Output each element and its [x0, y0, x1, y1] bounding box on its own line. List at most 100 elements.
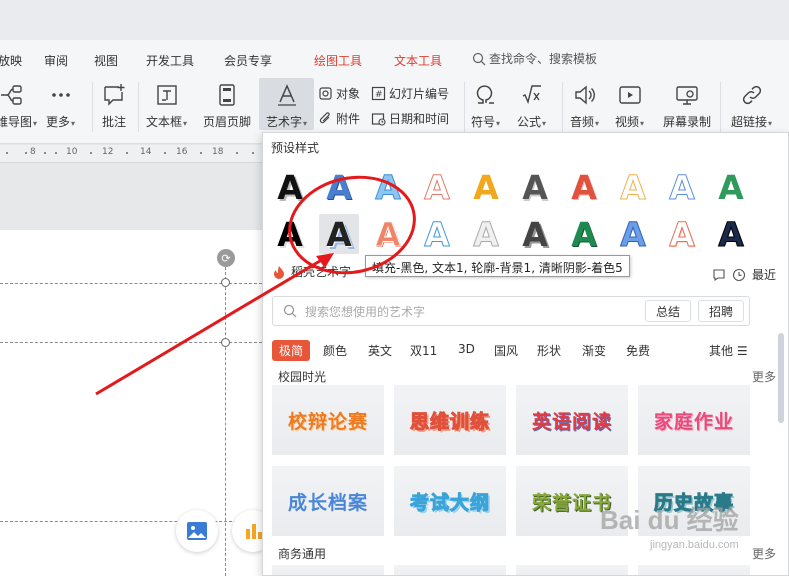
guide-line-vertical	[225, 267, 226, 576]
slide-number-button[interactable]: # 幻灯片编号	[371, 85, 449, 102]
category-color[interactable]: 颜色	[323, 342, 347, 359]
chart-icon	[246, 524, 262, 539]
panel-scrollbar[interactable]	[778, 333, 784, 423]
menu-developer[interactable]: 开发工具	[146, 52, 194, 69]
section-more-link[interactable]: 更多	[752, 368, 776, 385]
ribbon-divider	[138, 82, 139, 132]
formula-button[interactable]: 公式▾	[517, 82, 546, 130]
wordart-style[interactable]: A	[711, 214, 751, 254]
mindmap-button[interactable]: 思维导图▾	[0, 82, 37, 130]
category-minimal[interactable]: 极简	[272, 340, 311, 361]
category-double11[interactable]: 双11	[410, 342, 437, 359]
wordart-style[interactable]: A	[368, 167, 408, 207]
screen-record-button[interactable]: 屏幕录制	[663, 82, 711, 130]
template-card[interactable]: 英语阅读	[516, 385, 628, 455]
audio-label: 音频	[570, 115, 595, 129]
wordart-button[interactable]: 艺术字▾	[259, 78, 314, 130]
section-more-link[interactable]: 更多	[752, 545, 776, 562]
ruler-dot	[236, 152, 238, 154]
wordart-style[interactable]: A	[417, 214, 457, 254]
wordart-style[interactable]: A	[564, 214, 604, 254]
template-card[interactable]	[516, 565, 628, 575]
menu-review[interactable]: 审阅	[44, 52, 68, 69]
more-button[interactable]: 更多▾	[46, 82, 75, 130]
tag-summary[interactable]: 总结	[645, 300, 692, 322]
docer-flame-icon	[274, 265, 284, 279]
svg-text:#: #	[375, 90, 383, 100]
ribbon-divider	[92, 82, 93, 132]
category-free[interactable]: 免费	[626, 342, 650, 359]
wordart-style[interactable]: A	[515, 214, 555, 254]
audio-icon	[574, 85, 595, 105]
comment-button[interactable]: 批注	[100, 82, 128, 130]
menu-text-tools[interactable]: 文本工具	[394, 52, 442, 69]
ruler-tick: 12	[102, 147, 114, 157]
template-card[interactable]: 校辩论赛	[272, 385, 384, 455]
command-search[interactable]: 查找命令、搜索模板	[472, 50, 597, 67]
object-icon	[319, 87, 332, 100]
picture-icon	[187, 522, 207, 540]
wordart-style[interactable]: A	[368, 214, 408, 254]
template-card[interactable]: 成长档案	[272, 466, 384, 536]
wordart-style[interactable]: A	[466, 214, 506, 254]
wordart-style[interactable]: A	[417, 167, 457, 207]
insert-picture-button[interactable]	[176, 510, 218, 552]
menu-view[interactable]: 视图	[94, 52, 118, 69]
wordart-style[interactable]: A	[662, 214, 702, 254]
category-shape[interactable]: 形状	[537, 342, 561, 359]
menu-slideshow[interactable]: 放映	[0, 52, 22, 69]
wordart-style[interactable]: A	[270, 167, 310, 207]
wordart-style[interactable]: A	[613, 214, 653, 254]
wordart-style[interactable]: A	[662, 167, 702, 207]
wordart-style[interactable]: A	[564, 167, 604, 207]
textbox-button[interactable]: 文本框▾	[146, 82, 187, 130]
template-card[interactable]: 考试大纲	[394, 466, 506, 536]
template-card[interactable]: 思维训练	[394, 385, 506, 455]
category-english[interactable]: 英文	[368, 342, 392, 359]
recent-button[interactable]: 最近	[752, 266, 776, 283]
omega-icon	[476, 85, 494, 104]
menu-member[interactable]: 会员专享	[224, 52, 272, 69]
comment-icon	[104, 84, 125, 106]
hyperlink-button[interactable]: 超链接▾	[731, 82, 772, 130]
video-label: 视频	[615, 115, 640, 129]
resize-handle[interactable]	[221, 338, 230, 347]
category-3d[interactable]: 3D	[458, 342, 475, 356]
symbol-button[interactable]: 符号▾	[471, 82, 500, 130]
wordart-style[interactable]: A	[711, 167, 751, 207]
date-time-icon	[371, 113, 386, 126]
wordart-style[interactable]: A	[515, 167, 555, 207]
menu-drawing-tools[interactable]: 绘图工具	[314, 52, 362, 69]
search-icon	[472, 52, 486, 65]
wordart-style[interactable]: A	[466, 167, 506, 207]
wordart-style[interactable]: A	[613, 167, 653, 207]
section-title: 商务通用	[278, 547, 327, 561]
wordart-style-selected[interactable]: A	[319, 214, 359, 254]
audio-button[interactable]: 音频▾	[570, 82, 599, 130]
object-button[interactable]: 对象	[318, 85, 360, 102]
template-card[interactable]: 家庭作业	[638, 385, 750, 455]
formula-label: 公式	[517, 115, 542, 129]
tag-recruit[interactable]: 招聘	[698, 300, 745, 322]
resize-handle[interactable]	[221, 278, 230, 287]
ribbon-divider	[464, 82, 465, 132]
video-button[interactable]: 视频▾	[615, 82, 644, 130]
date-time-button[interactable]: 日期和时间	[371, 110, 449, 127]
textbox-label: 文本框	[146, 115, 183, 129]
category-gradient[interactable]: 渐变	[582, 342, 606, 359]
ruler-dot	[6, 152, 8, 154]
template-card[interactable]	[272, 565, 384, 575]
ruler-dot	[25, 152, 27, 154]
wordart-style[interactable]: A	[270, 214, 310, 254]
category-chinese-style[interactable]: 国风	[494, 342, 518, 359]
chat-icon[interactable]	[712, 268, 726, 282]
template-card[interactable]	[394, 565, 506, 575]
category-other[interactable]: 其他 ☰	[709, 342, 748, 359]
wordart-style[interactable]: A	[319, 167, 359, 207]
attachment-icon	[319, 112, 330, 124]
slide-number-label: 幻灯片编号	[389, 87, 450, 101]
template-card[interactable]	[638, 565, 750, 575]
rotate-handle-icon[interactable]: ⟳	[217, 249, 235, 267]
attachment-button[interactable]: 附件	[318, 110, 360, 127]
header-footer-button[interactable]: 页眉页脚	[203, 82, 251, 130]
